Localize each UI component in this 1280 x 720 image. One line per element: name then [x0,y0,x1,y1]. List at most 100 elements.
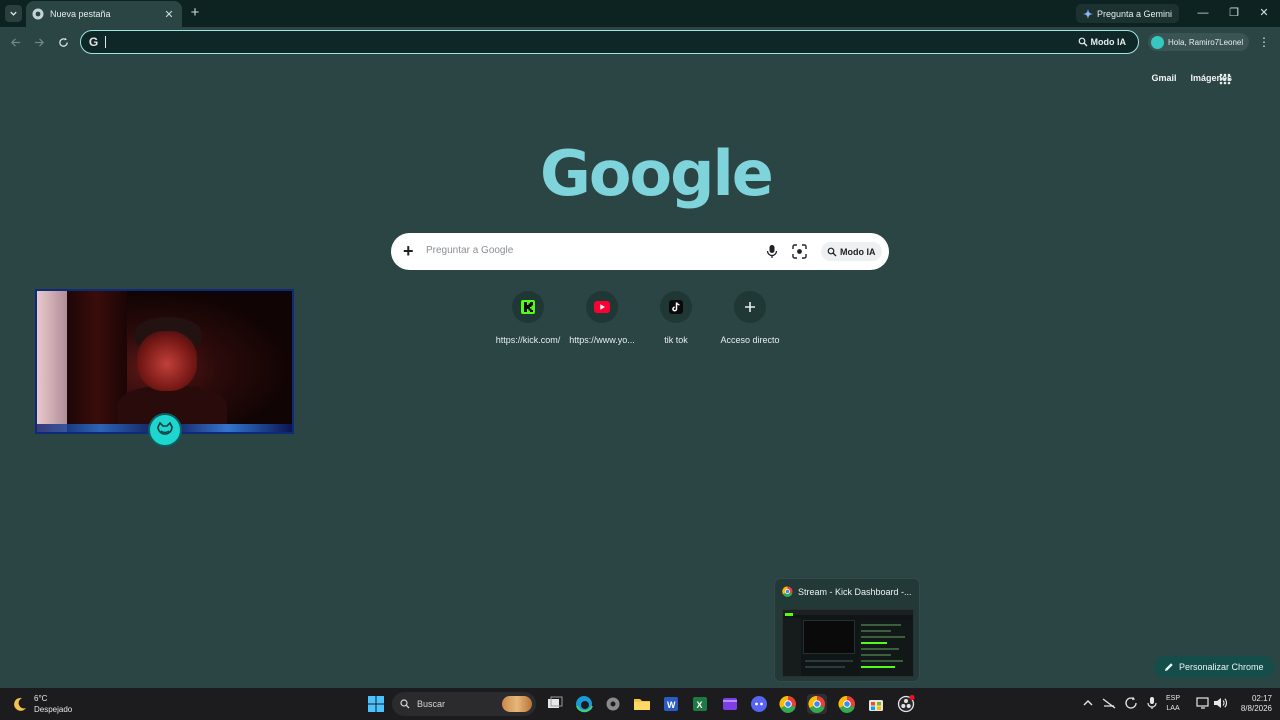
close-tab-icon[interactable]: ✕ [162,8,176,21]
weather-text: 6°C Despejado [34,693,72,715]
text-caret [105,36,106,48]
google-logo: Google [540,137,774,210]
ai-search-icon [827,247,837,256]
excel-icon[interactable]: X [690,694,710,714]
task-view-icon[interactable] [545,694,565,714]
settings-icon[interactable] [603,694,623,714]
webcam-overlay [35,289,294,447]
preview-thumbnail [782,609,914,677]
minimize-button[interactable]: — [1193,4,1213,22]
network-off-icon[interactable] [1101,695,1117,711]
webcam-feed [37,291,292,432]
language-indicator[interactable]: ESP LAA [1166,694,1180,714]
toolbar: G Modo IA Hola, Ramiro7Leonel ⋮ [0,27,1280,57]
chrome-active-icon[interactable] [807,694,827,714]
volume-icon[interactable] [1212,695,1228,711]
shortcut-youtube[interactable]: https://www.yo... [565,291,639,345]
close-window-button[interactable]: ✕ [1254,4,1274,22]
shortcut-kick[interactable]: https://kick.com/ [491,291,565,345]
shortcut-add[interactable]: Acceso directo [713,291,787,345]
store-icon[interactable] [866,694,886,714]
shortcut-label: https://www.yo... [569,335,635,345]
weather-temp: 6°C [34,694,48,703]
gmail-link[interactable]: Gmail [1151,73,1176,83]
ai-search-icon [1078,37,1087,47]
mascot-badge-icon [148,413,182,447]
chrome-favicon-icon [32,8,44,20]
profile-chip[interactable]: Hola, Ramiro7Leonel [1148,33,1250,51]
omnibox-ai-mode-button[interactable]: Modo IA [1074,34,1131,50]
arrow-left-icon [10,37,20,47]
chrome-profile-icon[interactable] [837,694,857,714]
taskbar: 6°C Despejado Buscar W X ESP LAA 02:17 8… [0,688,1280,720]
discord-icon[interactable] [749,694,769,714]
avatar [1151,35,1164,49]
active-tab[interactable]: Nueva pestaña ✕ [26,1,182,27]
shortcut-tiktok[interactable]: tik tok [639,291,713,345]
restore-button[interactable]: ❐ [1224,4,1244,22]
taskbar-preview[interactable]: Stream - Kick Dashboard -... [774,578,920,682]
omnibox-ai-mode-label: Modo IA [1090,37,1127,47]
moon-icon [14,697,26,711]
weather-widget[interactable]: 6°C Despejado [12,693,72,715]
shortcut-tile [586,291,618,323]
webcam-wall [37,291,67,432]
ntp-search-box[interactable]: + Preguntar a Google Modo IA [391,233,889,270]
taskbar-clock[interactable]: 02:17 8/8/2026 [1232,694,1272,714]
clock-date: 8/8/2026 [1240,704,1272,713]
forward-button[interactable] [30,33,48,51]
arrow-right-icon [34,37,44,47]
gemini-sparkle-icon [1083,8,1093,19]
shortcut-label: https://kick.com/ [495,335,561,345]
word-icon[interactable]: W [661,694,681,714]
kick-icon [521,300,535,314]
search-ai-mode-label: Modo IA [840,246,876,257]
google-apps-icon[interactable] [1219,73,1231,85]
gemini-button[interactable]: Pregunta a Gemini [1076,4,1180,23]
chrome-menu-icon[interactable]: ⋮ [1258,34,1270,50]
chevron-down-icon [10,11,17,16]
windows-start-icon[interactable] [366,694,386,714]
language-top: ESP [1166,695,1181,702]
shortcut-label: tik tok [664,335,688,345]
obs-icon[interactable] [896,694,916,714]
address-bar[interactable]: G Modo IA [80,30,1139,54]
add-icon [745,302,755,312]
file-explorer-icon[interactable] [632,694,652,714]
edge-icon[interactable] [574,694,594,714]
search-ai-mode-button[interactable]: Modo IA [821,242,882,261]
svg-text:X: X [697,700,703,710]
taskbar-search-label: Buscar [417,699,446,709]
taskbar-search[interactable]: Buscar [392,692,536,716]
shortcut-tile [660,291,692,323]
search-placeholder: Preguntar a Google [426,245,514,256]
customize-chrome-label: Personalizar Chrome [1179,662,1264,672]
tab-search-button[interactable] [5,5,22,22]
google-g-icon: G [89,35,98,48]
customize-chrome-button[interactable]: Personalizar Chrome [1154,656,1274,678]
youtube-icon [594,301,610,313]
profile-greeting: Hola, Ramiro7Leonel [1168,37,1244,47]
microphone-icon[interactable] [765,244,779,259]
add-attachment-icon[interactable]: + [403,242,417,260]
clipchamp-icon[interactable] [720,694,740,714]
sync-icon[interactable] [1123,695,1139,711]
reload-button[interactable] [54,33,72,51]
monitor-network-icon[interactable] [1195,695,1211,711]
microphone-icon[interactable] [1145,695,1159,711]
search-highlight-icon [502,696,532,712]
shortcuts-row: https://kick.com/ https://www.yo... tik … [491,291,787,345]
new-tab-button[interactable]: + [186,4,204,22]
clock-time: 02:17 [1251,694,1272,703]
weather-condition: Despejado [34,705,73,714]
search-icon [400,699,410,709]
google-lens-icon[interactable] [792,244,807,259]
preview-header: Stream - Kick Dashboard -... [782,586,912,597]
shortcut-tile [512,291,544,323]
language-bottom: LAA [1166,705,1180,712]
reload-icon [58,37,68,47]
back-button[interactable] [6,33,24,51]
svg-text:G: G [89,35,98,48]
chevron-up-icon[interactable] [1081,696,1095,710]
chrome-icon[interactable] [778,694,798,714]
